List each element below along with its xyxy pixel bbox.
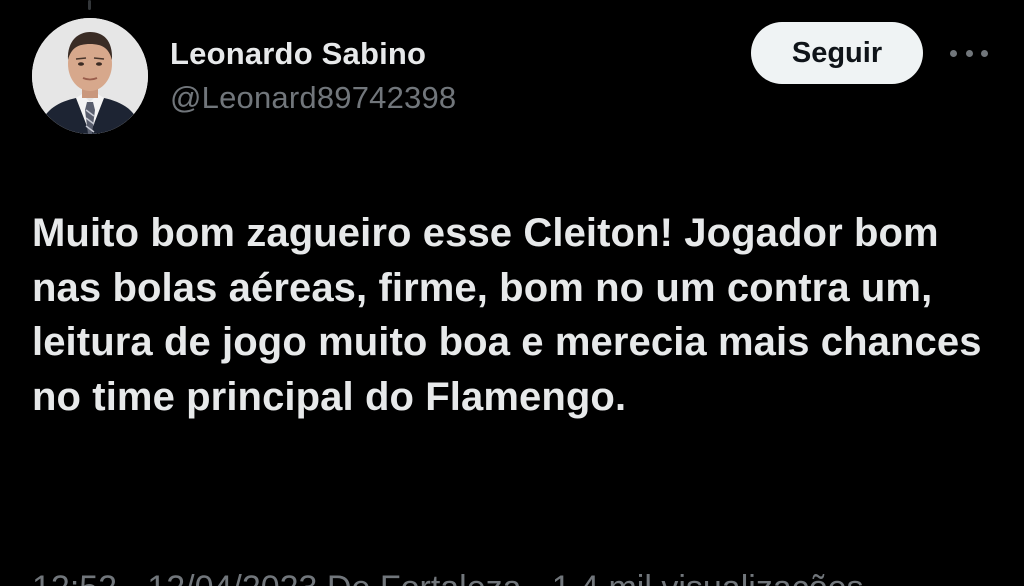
- author-display-name[interactable]: Leonardo Sabino: [170, 36, 426, 72]
- tweet-meta-line: 12:52 · 12/04/2023 De Fortaleza · 1,4 mi…: [32, 568, 992, 586]
- tweet-text: Muito bom zagueiro esse Cleiton! Jogador…: [32, 211, 982, 419]
- author-handle[interactable]: @Leonard89742398: [170, 80, 456, 116]
- follow-button[interactable]: Seguir: [751, 22, 923, 84]
- more-dot: [950, 49, 957, 57]
- more-dot: [965, 49, 973, 57]
- thread-connector-line: [88, 0, 91, 10]
- avatar-photo: [32, 18, 148, 134]
- more-dot: [981, 49, 988, 57]
- avatar[interactable]: [32, 18, 148, 134]
- tweet-detail-view: Leonardo Sabino @Leonard89742398 Seguir …: [0, 0, 1024, 586]
- more-horizontal-icon[interactable]: [946, 38, 992, 68]
